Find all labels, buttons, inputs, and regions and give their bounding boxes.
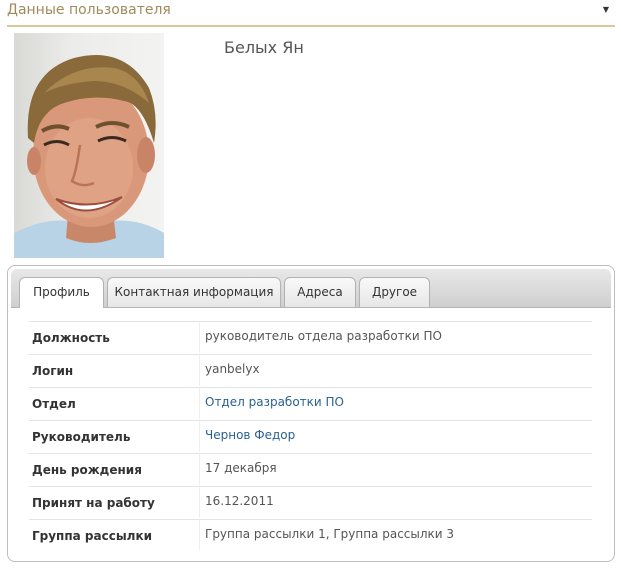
- table-row: Должность руководитель отдела разработки…: [29, 321, 592, 354]
- field-label: Руководитель: [32, 430, 131, 444]
- field-value: 17 декабря: [205, 461, 277, 475]
- table-row: Руководитель Чернов Федор: [29, 420, 592, 453]
- profile-panel: Профиль Контактная информация Адреса Дру…: [7, 265, 615, 562]
- department-link[interactable]: Отдел разработки ПО: [205, 395, 344, 409]
- user-photo: [14, 33, 164, 258]
- manager-link[interactable]: Чернов Федор: [205, 428, 295, 442]
- field-label: Отдел: [32, 397, 76, 411]
- field-value: 16.12.2011: [205, 494, 274, 508]
- tab-other[interactable]: Другое: [359, 277, 430, 307]
- user-name: Белых Ян: [224, 38, 304, 57]
- chevron-down-icon[interactable]: ▼: [603, 5, 609, 14]
- tab-profile[interactable]: Профиль: [19, 277, 104, 308]
- field-label: Принят на работу: [32, 496, 155, 510]
- section-title: Данные пользователя: [7, 2, 171, 18]
- tab-bar: Профиль Контактная информация Адреса Дру…: [11, 269, 611, 308]
- field-label: Группа рассылки: [32, 529, 153, 543]
- field-value: yanbelyx: [205, 362, 260, 376]
- field-label: Логин: [32, 364, 74, 378]
- table-row: Группа рассылки Группа рассылки 1, Групп…: [29, 519, 592, 552]
- table-row: Принят на работу 16.12.2011: [29, 486, 592, 519]
- table-row: Логин yanbelyx: [29, 354, 592, 387]
- field-label: Должность: [32, 331, 110, 345]
- field-label: День рождения: [32, 463, 142, 477]
- field-value: руководитель отдела разработки ПО: [205, 329, 442, 343]
- field-value: Группа рассылки 1, Группа рассылки 3: [205, 527, 455, 541]
- section-header: Данные пользователя ▼: [7, 0, 615, 27]
- profile-table: Должность руководитель отдела разработки…: [29, 321, 592, 552]
- table-row: Отдел Отдел разработки ПО: [29, 387, 592, 420]
- table-row: День рождения 17 декабря: [29, 453, 592, 486]
- tab-addresses[interactable]: Адреса: [284, 277, 356, 307]
- tab-contact-info[interactable]: Контактная информация: [107, 277, 281, 307]
